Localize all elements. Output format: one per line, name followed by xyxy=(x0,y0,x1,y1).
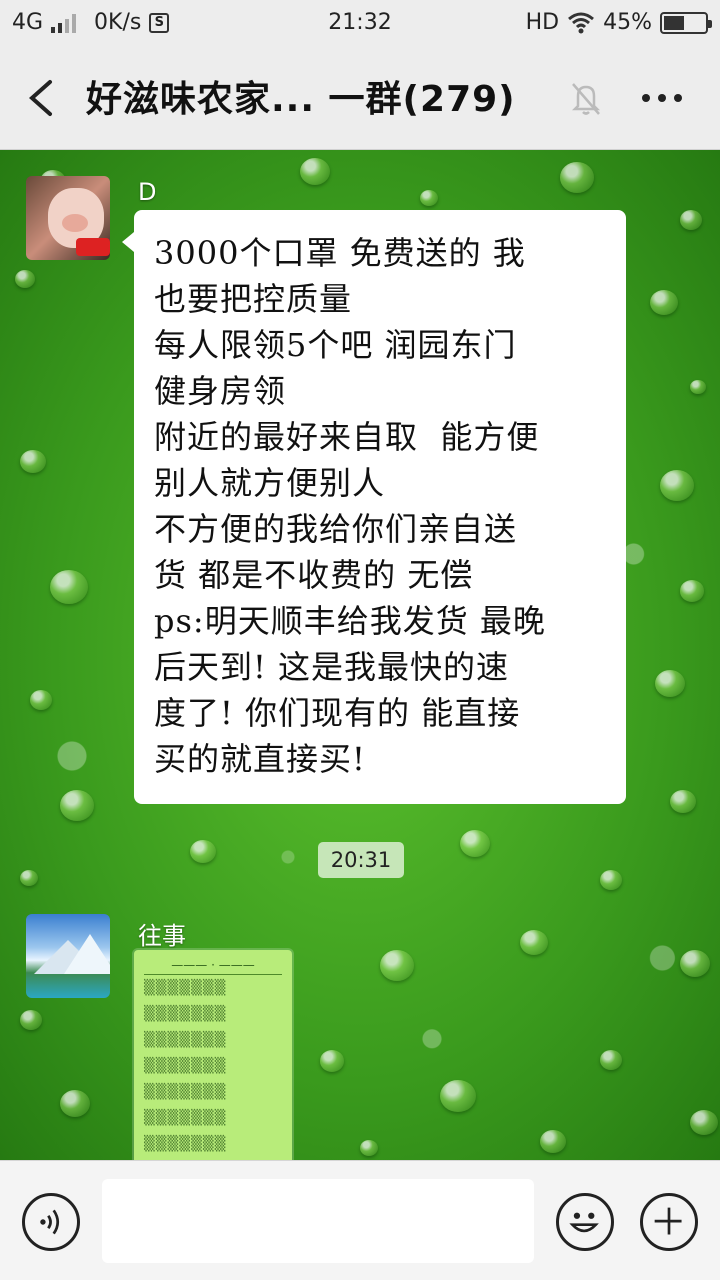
plus-icon[interactable] xyxy=(640,1193,698,1251)
water-drop xyxy=(600,1050,622,1070)
water-drop xyxy=(680,210,702,230)
water-drop xyxy=(20,450,46,474)
water-drop xyxy=(420,190,438,207)
water-drop xyxy=(660,470,694,501)
image-text-scribble: ▒▒▒▒▒▒▒ xyxy=(144,1058,227,1074)
water-drop xyxy=(655,670,685,697)
water-drop xyxy=(690,1110,718,1136)
water-drop xyxy=(680,580,704,602)
wifi-icon xyxy=(568,12,595,33)
emoji-icon[interactable] xyxy=(556,1193,614,1251)
chat-header: 好滋味农家... 一群(279) xyxy=(0,48,720,150)
status-right: HD 45% xyxy=(525,10,712,35)
image-text-scribble: ▒▒▒▒▒▒▒ xyxy=(144,1032,227,1048)
image-text-scribble: ▒▒▒▒▒▒▒ xyxy=(144,980,227,996)
voice-icon[interactable] xyxy=(22,1193,80,1251)
image-title-scribble: ——— · ——— xyxy=(144,958,282,975)
message-input[interactable] xyxy=(102,1179,534,1263)
water-drop xyxy=(670,790,696,814)
image-text-scribble: ▒▒▒▒▒▒▒ xyxy=(144,1110,227,1126)
water-drop xyxy=(50,570,88,605)
water-drop xyxy=(380,950,414,981)
message-bubble[interactable]: 3000个口罩 免费送的 我 也要把控质量 每人限领5个吧 润园东门 健身房领 … xyxy=(122,210,626,804)
water-drop xyxy=(20,870,38,887)
water-drop xyxy=(540,1130,566,1154)
water-drop xyxy=(460,830,490,857)
avatar[interactable] xyxy=(26,914,110,998)
battery-fill xyxy=(664,15,684,30)
water-drop xyxy=(520,930,548,956)
mute-bell-icon xyxy=(571,83,601,115)
input-bar xyxy=(0,1160,720,1280)
avatar[interactable] xyxy=(26,176,110,260)
water-drop xyxy=(440,1080,476,1113)
image-text-scribble: ▒▒▒▒▒▒▒ xyxy=(144,1084,227,1100)
image-text-scribble: ▒▒▒▒▒▒▒ xyxy=(144,1006,227,1022)
water-drop xyxy=(60,790,94,821)
water-drop xyxy=(60,1090,90,1117)
water-drop xyxy=(190,840,216,864)
more-icon[interactable] xyxy=(634,78,690,118)
water-drop xyxy=(300,158,330,185)
image-message[interactable]: ——— · ——— ▒▒▒▒▒▒▒ ▒▒▒▒▒▒▒ ▒▒▒▒▒▒▒ ▒▒▒▒▒▒… xyxy=(134,950,292,1160)
water-drop xyxy=(560,162,594,193)
back-icon[interactable] xyxy=(20,74,64,122)
water-drop xyxy=(690,380,706,395)
hd-label: HD xyxy=(525,10,560,35)
battery-percent: 45% xyxy=(603,10,652,35)
chat-area[interactable]: D 3000个口罩 免费送的 我 也要把控质量 每人限领5个吧 润园东门 健身房… xyxy=(0,150,720,1160)
water-drop xyxy=(360,1140,378,1157)
water-drop xyxy=(320,1050,344,1072)
message-text: 3000个口罩 免费送的 我 也要把控质量 每人限领5个吧 润园东门 健身房领 … xyxy=(154,234,546,778)
avatar-snout xyxy=(62,214,88,232)
battery-icon xyxy=(660,11,712,34)
status-bar: 4G 0K/s S 21:32 HD 45% xyxy=(0,0,720,48)
avatar-scarf xyxy=(76,238,110,256)
water-drop xyxy=(15,270,35,288)
sender-name: 往事 xyxy=(138,922,186,950)
image-text-scribble: ▒▒▒▒▒▒▒ xyxy=(144,1136,227,1152)
water-drop xyxy=(650,290,678,316)
water-drop xyxy=(600,870,622,890)
sender-name: D xyxy=(138,178,157,206)
water-drop xyxy=(20,1010,42,1030)
water-drop xyxy=(680,950,710,977)
water-drop xyxy=(30,690,52,710)
time-divider: 20:31 xyxy=(318,842,404,878)
chat-title: 好滋味农家... 一群(279) xyxy=(86,79,516,120)
avatar-mountain xyxy=(64,934,110,974)
